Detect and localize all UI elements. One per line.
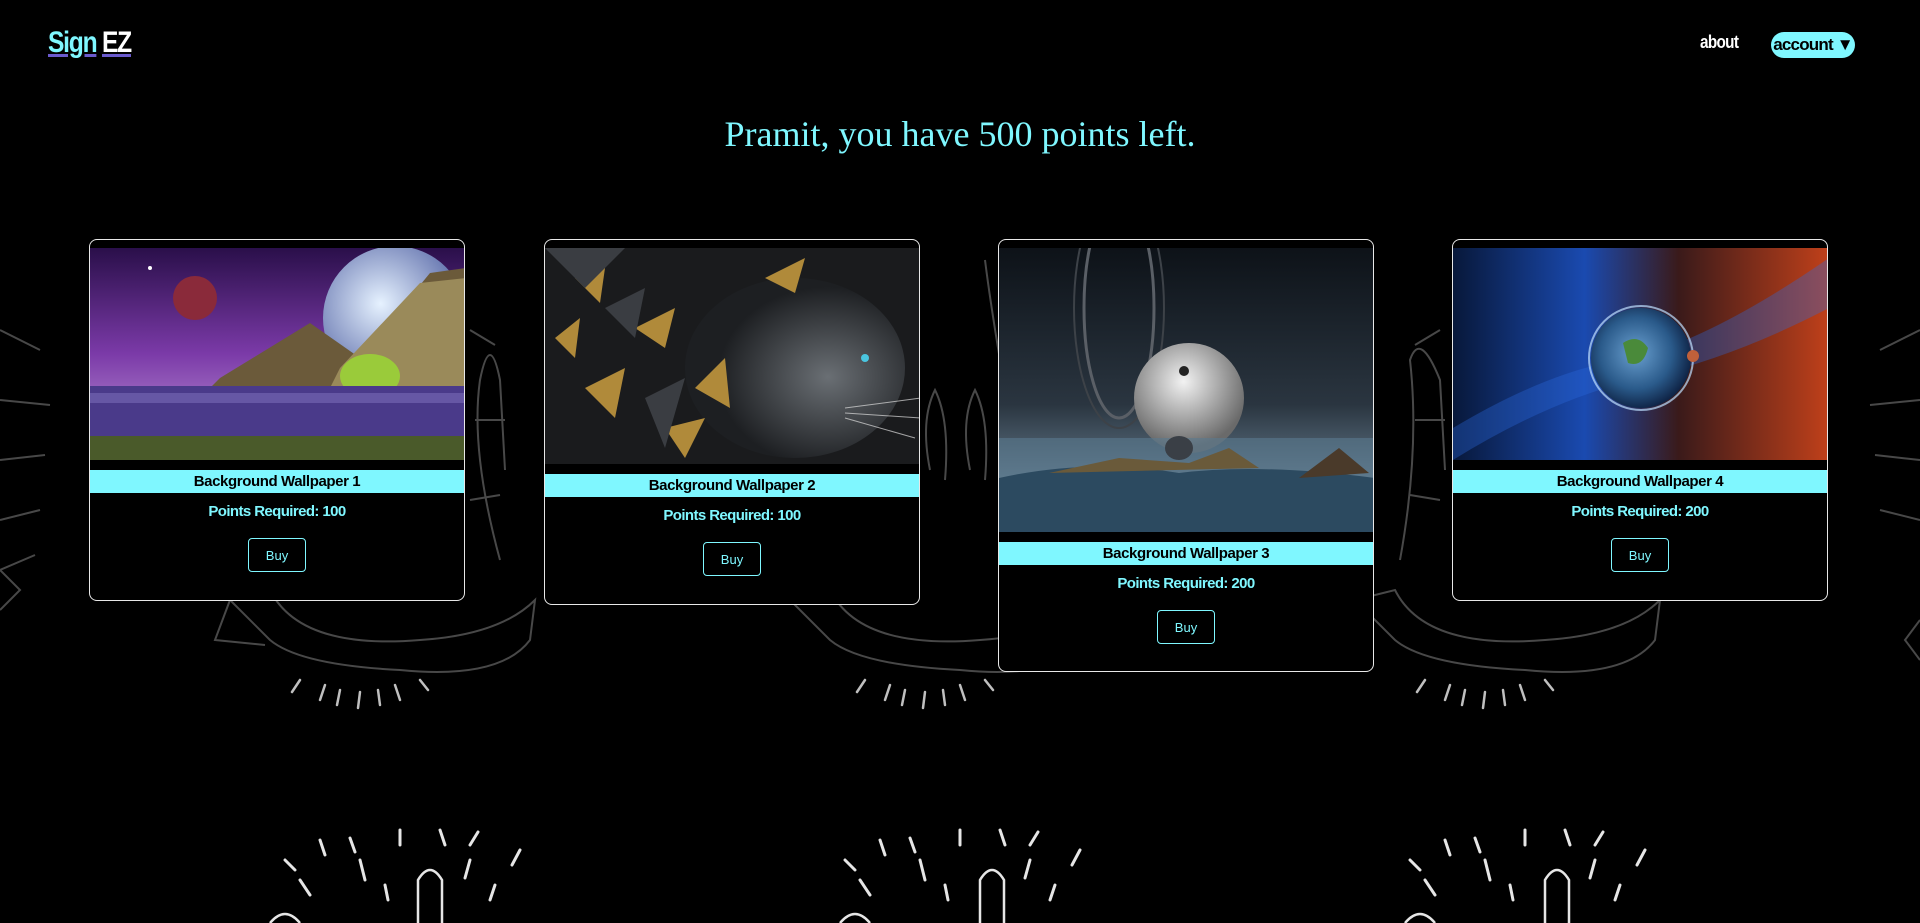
buy-button[interactable]: Buy bbox=[248, 538, 306, 572]
product-title: Background Wallpaper 1 bbox=[90, 470, 464, 493]
buy-button[interactable]: Buy bbox=[1611, 538, 1669, 572]
nav-about-link[interactable]: about bbox=[1700, 32, 1739, 53]
shop-page: Sign EZ about account ▼ Pramit, you have… bbox=[0, 0, 1920, 923]
product-points: Points Required: 100 bbox=[663, 507, 801, 524]
earth-nebula-image bbox=[1453, 248, 1827, 460]
leopard-image bbox=[545, 248, 919, 464]
product-title: Background Wallpaper 3 bbox=[999, 542, 1373, 565]
product-card: Background Wallpaper 4 Points Required: … bbox=[1452, 239, 1828, 601]
product-card: Background Wallpaper 1 Points Required: … bbox=[89, 239, 465, 601]
points-heading: Pramit, you have 500 points left. bbox=[724, 114, 1196, 154]
buy-button[interactable]: Buy bbox=[1157, 610, 1215, 644]
account-dropdown-button[interactable]: account ▼ bbox=[1771, 32, 1855, 58]
planet-sea-image bbox=[999, 248, 1373, 532]
space-landscape-image bbox=[90, 248, 464, 460]
logo-sign-text: Sign bbox=[48, 26, 98, 59]
product-points: Points Required: 100 bbox=[208, 503, 346, 520]
logo-ez-text: EZ bbox=[101, 26, 132, 59]
product-title: Background Wallpaper 2 bbox=[545, 474, 919, 497]
logo[interactable]: Sign EZ bbox=[48, 26, 132, 60]
product-card: Background Wallpaper 2 Points Required: … bbox=[544, 239, 920, 605]
product-card: Background Wallpaper 3 Points Required: … bbox=[998, 239, 1374, 672]
product-points: Points Required: 200 bbox=[1117, 575, 1255, 592]
buy-button[interactable]: Buy bbox=[703, 542, 761, 576]
product-title: Background Wallpaper 4 bbox=[1453, 470, 1827, 493]
product-points: Points Required: 200 bbox=[1571, 503, 1709, 520]
